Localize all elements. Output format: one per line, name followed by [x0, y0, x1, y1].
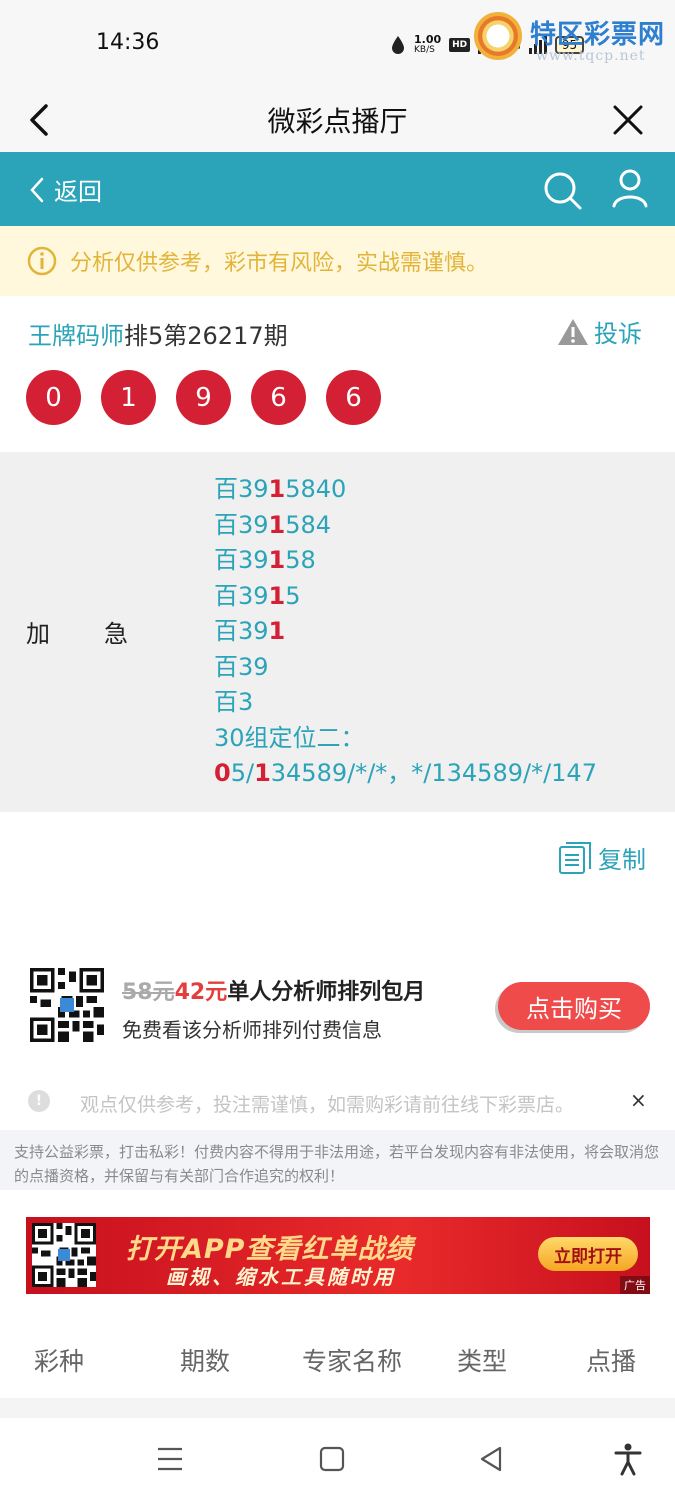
prediction-line: 百3915: [214, 581, 301, 610]
column-header-expert: 专家名称: [302, 1347, 403, 1376]
close-icon[interactable]: [608, 100, 648, 140]
accessibility-icon[interactable]: [608, 1442, 648, 1476]
net-speed: 1.00 KB/S: [414, 33, 442, 55]
short-disclaimer: ! 观点仅供参考，投注需谨慎，如需购彩请前往线下彩票店。 ×: [0, 1078, 675, 1126]
status-time: 14:36: [96, 30, 160, 55]
info-icon: !: [28, 1090, 50, 1112]
qr-code-icon: [30, 968, 104, 1042]
buy-button[interactable]: 点击购买: [498, 982, 650, 1030]
back-label: 返回: [54, 178, 102, 206]
watermark-logo-icon: [474, 12, 522, 60]
number-ball: 0: [26, 370, 81, 425]
subscription-offer: 58元42元单人分析师排列包月 免费看该分析师排列付费信息 点击购买: [0, 960, 675, 1050]
user-icon[interactable]: [608, 166, 652, 210]
watermark-url: www.tqcp.net: [536, 48, 646, 64]
app-banner[interactable]: 打开APP查看红单战绩 画规、缩水工具随时用 立即打开 广告: [26, 1217, 650, 1294]
table-header: 彩种 期数 专家名称 类型 点播: [0, 1320, 675, 1398]
back-triangle-icon[interactable]: [472, 1442, 512, 1476]
water-drop-icon: [392, 36, 404, 54]
column-header-lottery: 彩种: [34, 1347, 85, 1376]
watermark: 特区彩票网 www.tqcp.net: [472, 8, 672, 68]
copy-button[interactable]: 复制: [558, 840, 646, 875]
divider: [0, 1398, 675, 1418]
menu-icon[interactable]: [150, 1442, 190, 1476]
warning-icon: [558, 318, 588, 345]
close-disclaimer-icon[interactable]: ×: [630, 1088, 647, 1112]
home-icon[interactable]: [312, 1442, 352, 1476]
number-ball: 6: [326, 370, 381, 425]
prediction-label: 加 急: [26, 620, 128, 648]
search-icon[interactable]: [540, 168, 584, 212]
number-ball: 1: [101, 370, 156, 425]
page-title: 微彩点播厅: [267, 105, 408, 138]
info-icon: [27, 246, 57, 276]
prediction-line: 百3: [214, 688, 254, 716]
column-header-play: 点播: [586, 1347, 637, 1376]
legal-disclaimer: 支持公益彩票，打击私彩！付费内容不得用于非法用途，若平台发现内容有非法使用，将会…: [0, 1130, 675, 1190]
nav-bar: 返回: [0, 152, 675, 226]
prediction-line: 百391584: [214, 510, 332, 539]
banner-subline: 画规、缩水工具随时用: [166, 1265, 396, 1289]
copy-label: 复制: [598, 846, 646, 874]
system-nav-bar: [0, 1418, 675, 1500]
column-header-issue: 期数: [180, 1347, 231, 1376]
chevron-left-icon: [30, 177, 44, 202]
copy-icon: [559, 841, 591, 874]
column-header-type: 类型: [457, 1347, 508, 1376]
ad-tag: 广告: [620, 1276, 650, 1294]
draw-numbers: 0 1 9 6 6: [26, 370, 381, 425]
offer-subtitle: 免费看该分析师排列付费信息: [122, 1018, 382, 1042]
prediction-line: 百3915840: [214, 475, 347, 503]
complain-button[interactable]: 投诉: [556, 314, 642, 349]
qr-code-icon: [32, 1223, 96, 1287]
prediction-line: 百39158: [214, 546, 316, 574]
back-link[interactable]: 返回: [28, 172, 102, 207]
title-bar: 微彩点播厅: [0, 88, 675, 152]
disclaimer-text: 观点仅供参考，投注需谨慎，如需购彩请前往线下彩票店。: [80, 1094, 575, 1116]
hd-badge: HD: [449, 38, 471, 52]
number-ball: 9: [176, 370, 231, 425]
risk-notice: 分析仅供参考，彩市有风险，实战需谨慎。: [0, 226, 675, 296]
offer-title: 58元42元单人分析师排列包月: [122, 980, 426, 1005]
expert-name[interactable]: 王牌码师: [28, 322, 124, 350]
prediction-block: 加 急 百3915840 百391584 百39158 百3915 百391 百…: [0, 452, 675, 812]
lottery-issue: 排5第26217期: [124, 322, 288, 350]
prediction-line: 百391: [214, 617, 286, 645]
open-app-button[interactable]: 立即打开: [538, 1237, 638, 1271]
expert-heading: 王牌码师排5第26217期: [28, 316, 288, 351]
watermark-title: 特区彩票网: [530, 20, 666, 50]
number-ball: 6: [251, 370, 306, 425]
complain-label: 投诉: [594, 320, 642, 348]
prediction-lines: 百3915840 百391584 百39158 百3915 百391 百39 百…: [214, 472, 597, 792]
prediction-line: 百39: [214, 652, 269, 681]
notice-text: 分析仅供参考，彩市有风险，实战需谨慎。: [70, 251, 489, 276]
prediction-line: 30组定位二：: [214, 723, 365, 752]
prediction-line: 05/134589/*/*，*/134589/*/147: [214, 759, 597, 787]
